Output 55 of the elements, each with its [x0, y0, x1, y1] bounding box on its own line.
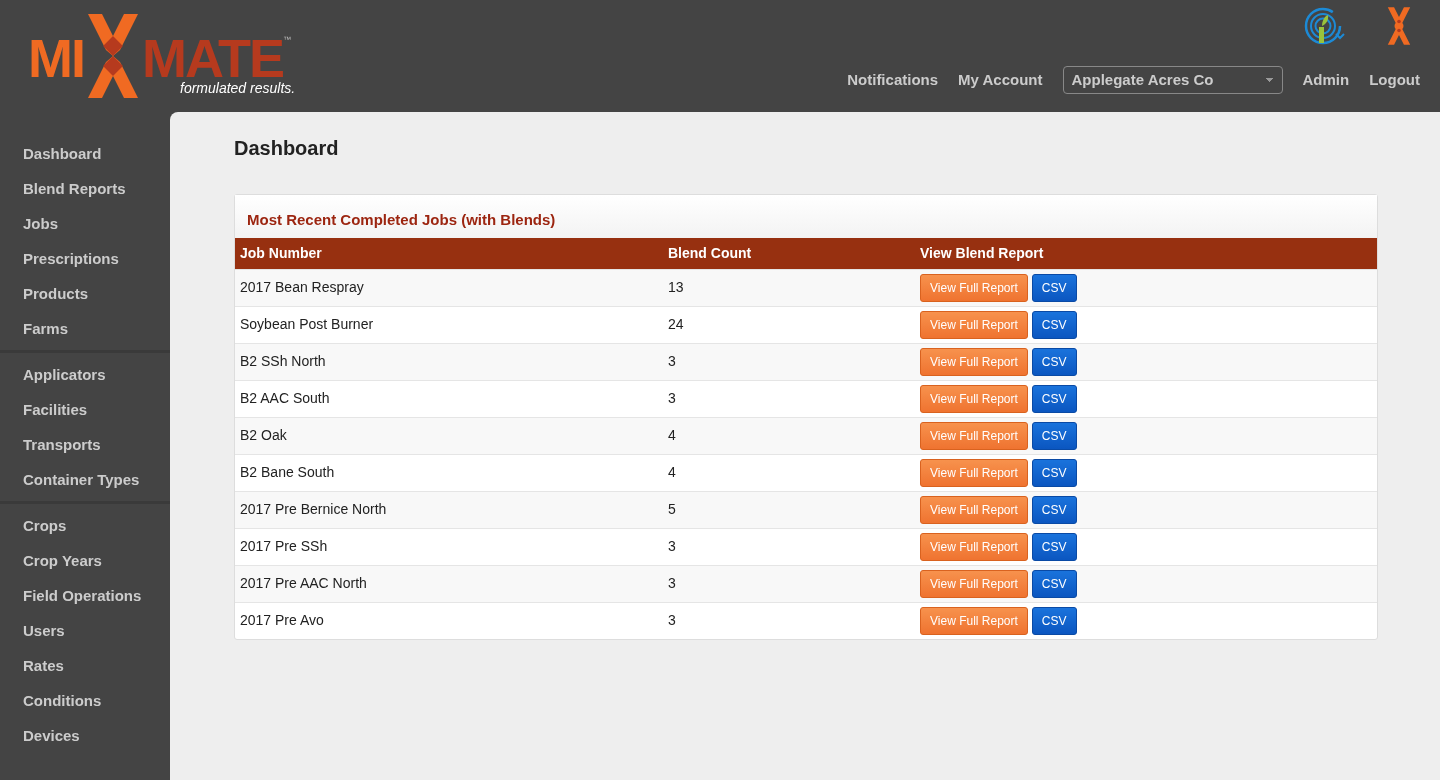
- csv-button[interactable]: CSV: [1031, 384, 1077, 413]
- nav-link[interactable]: My Account: [958, 68, 1043, 92]
- logo-text: MI: [28, 38, 84, 78]
- csv-button[interactable]: CSV: [1031, 532, 1077, 561]
- sidebar-item[interactable]: Users: [0, 613, 170, 648]
- sidebar-item[interactable]: Conditions: [0, 683, 170, 718]
- csv-button[interactable]: CSV: [1031, 347, 1077, 376]
- company-select[interactable]: Applegate Acres Co: [1062, 66, 1283, 94]
- csv-button[interactable]: CSV: [1031, 458, 1077, 487]
- table-cell: 3: [663, 565, 915, 602]
- table-cell: B2 Oak: [235, 417, 663, 454]
- sidebar-item[interactable]: Dashboard: [0, 136, 170, 171]
- sprout-spiral-icon[interactable]: [1304, 6, 1346, 46]
- csv-button[interactable]: CSV: [1031, 273, 1077, 302]
- sidebar-item[interactable]: Applicators: [0, 357, 170, 392]
- nav-link[interactable]: Notifications: [847, 68, 939, 92]
- sidebar-item[interactable]: Products: [0, 276, 170, 311]
- column-header: View Blend Report: [915, 237, 1377, 269]
- table-cell: 2017 Pre Bernice North: [235, 491, 663, 528]
- nav-link[interactable]: Logout: [1369, 68, 1420, 92]
- nav-link[interactable]: Admin: [1302, 68, 1350, 92]
- sidebar-item[interactable]: Crops: [0, 508, 170, 543]
- sidebar-item[interactable]: Container Types: [0, 462, 170, 497]
- table-cell: 2017 Pre AAC North: [235, 565, 663, 602]
- column-header: Blend Count: [663, 237, 915, 269]
- sidebar-item[interactable]: Jobs: [0, 206, 170, 241]
- sidebar-item[interactable]: Rates: [0, 648, 170, 683]
- sidebar-item[interactable]: Field Operations: [0, 578, 170, 613]
- table-cell: 13: [663, 269, 915, 306]
- table-cell: 3: [663, 602, 915, 639]
- sidebar-item[interactable]: Crop Years: [0, 543, 170, 578]
- sidebar-item[interactable]: Devices: [0, 718, 170, 753]
- sidebar-item[interactable]: Facilities: [0, 392, 170, 427]
- csv-button[interactable]: CSV: [1031, 606, 1077, 635]
- csv-button[interactable]: CSV: [1031, 310, 1077, 339]
- sidebar-item[interactable]: Blend Reports: [0, 171, 170, 206]
- table-cell: 2017 Bean Respray: [235, 269, 663, 306]
- table-cell: 3: [663, 343, 915, 380]
- sidebar-item[interactable]: Farms: [0, 311, 170, 346]
- panel-title: Most Recent Completed Jobs (with Blends): [235, 195, 1377, 238]
- csv-button[interactable]: CSV: [1031, 569, 1077, 598]
- sidebar-item[interactable]: Prescriptions: [0, 241, 170, 276]
- x-logo-icon[interactable]: [1386, 6, 1412, 46]
- table-cell: 2017 Pre Avo: [235, 602, 663, 639]
- table-cell: 5: [663, 491, 915, 528]
- trademark-text: ™: [283, 34, 291, 46]
- table-cell: 4: [663, 417, 915, 454]
- csv-button[interactable]: CSV: [1031, 421, 1077, 450]
- sidebar-item[interactable]: Transports: [0, 427, 170, 462]
- column-header: Job Number: [235, 237, 663, 269]
- page-title: Dashboard: [234, 136, 340, 160]
- table-cell: B2 SSh North: [235, 343, 663, 380]
- csv-button[interactable]: CSV: [1031, 495, 1077, 524]
- logo-tagline: formulated results.: [180, 80, 296, 96]
- logo-text: MATE: [142, 38, 283, 78]
